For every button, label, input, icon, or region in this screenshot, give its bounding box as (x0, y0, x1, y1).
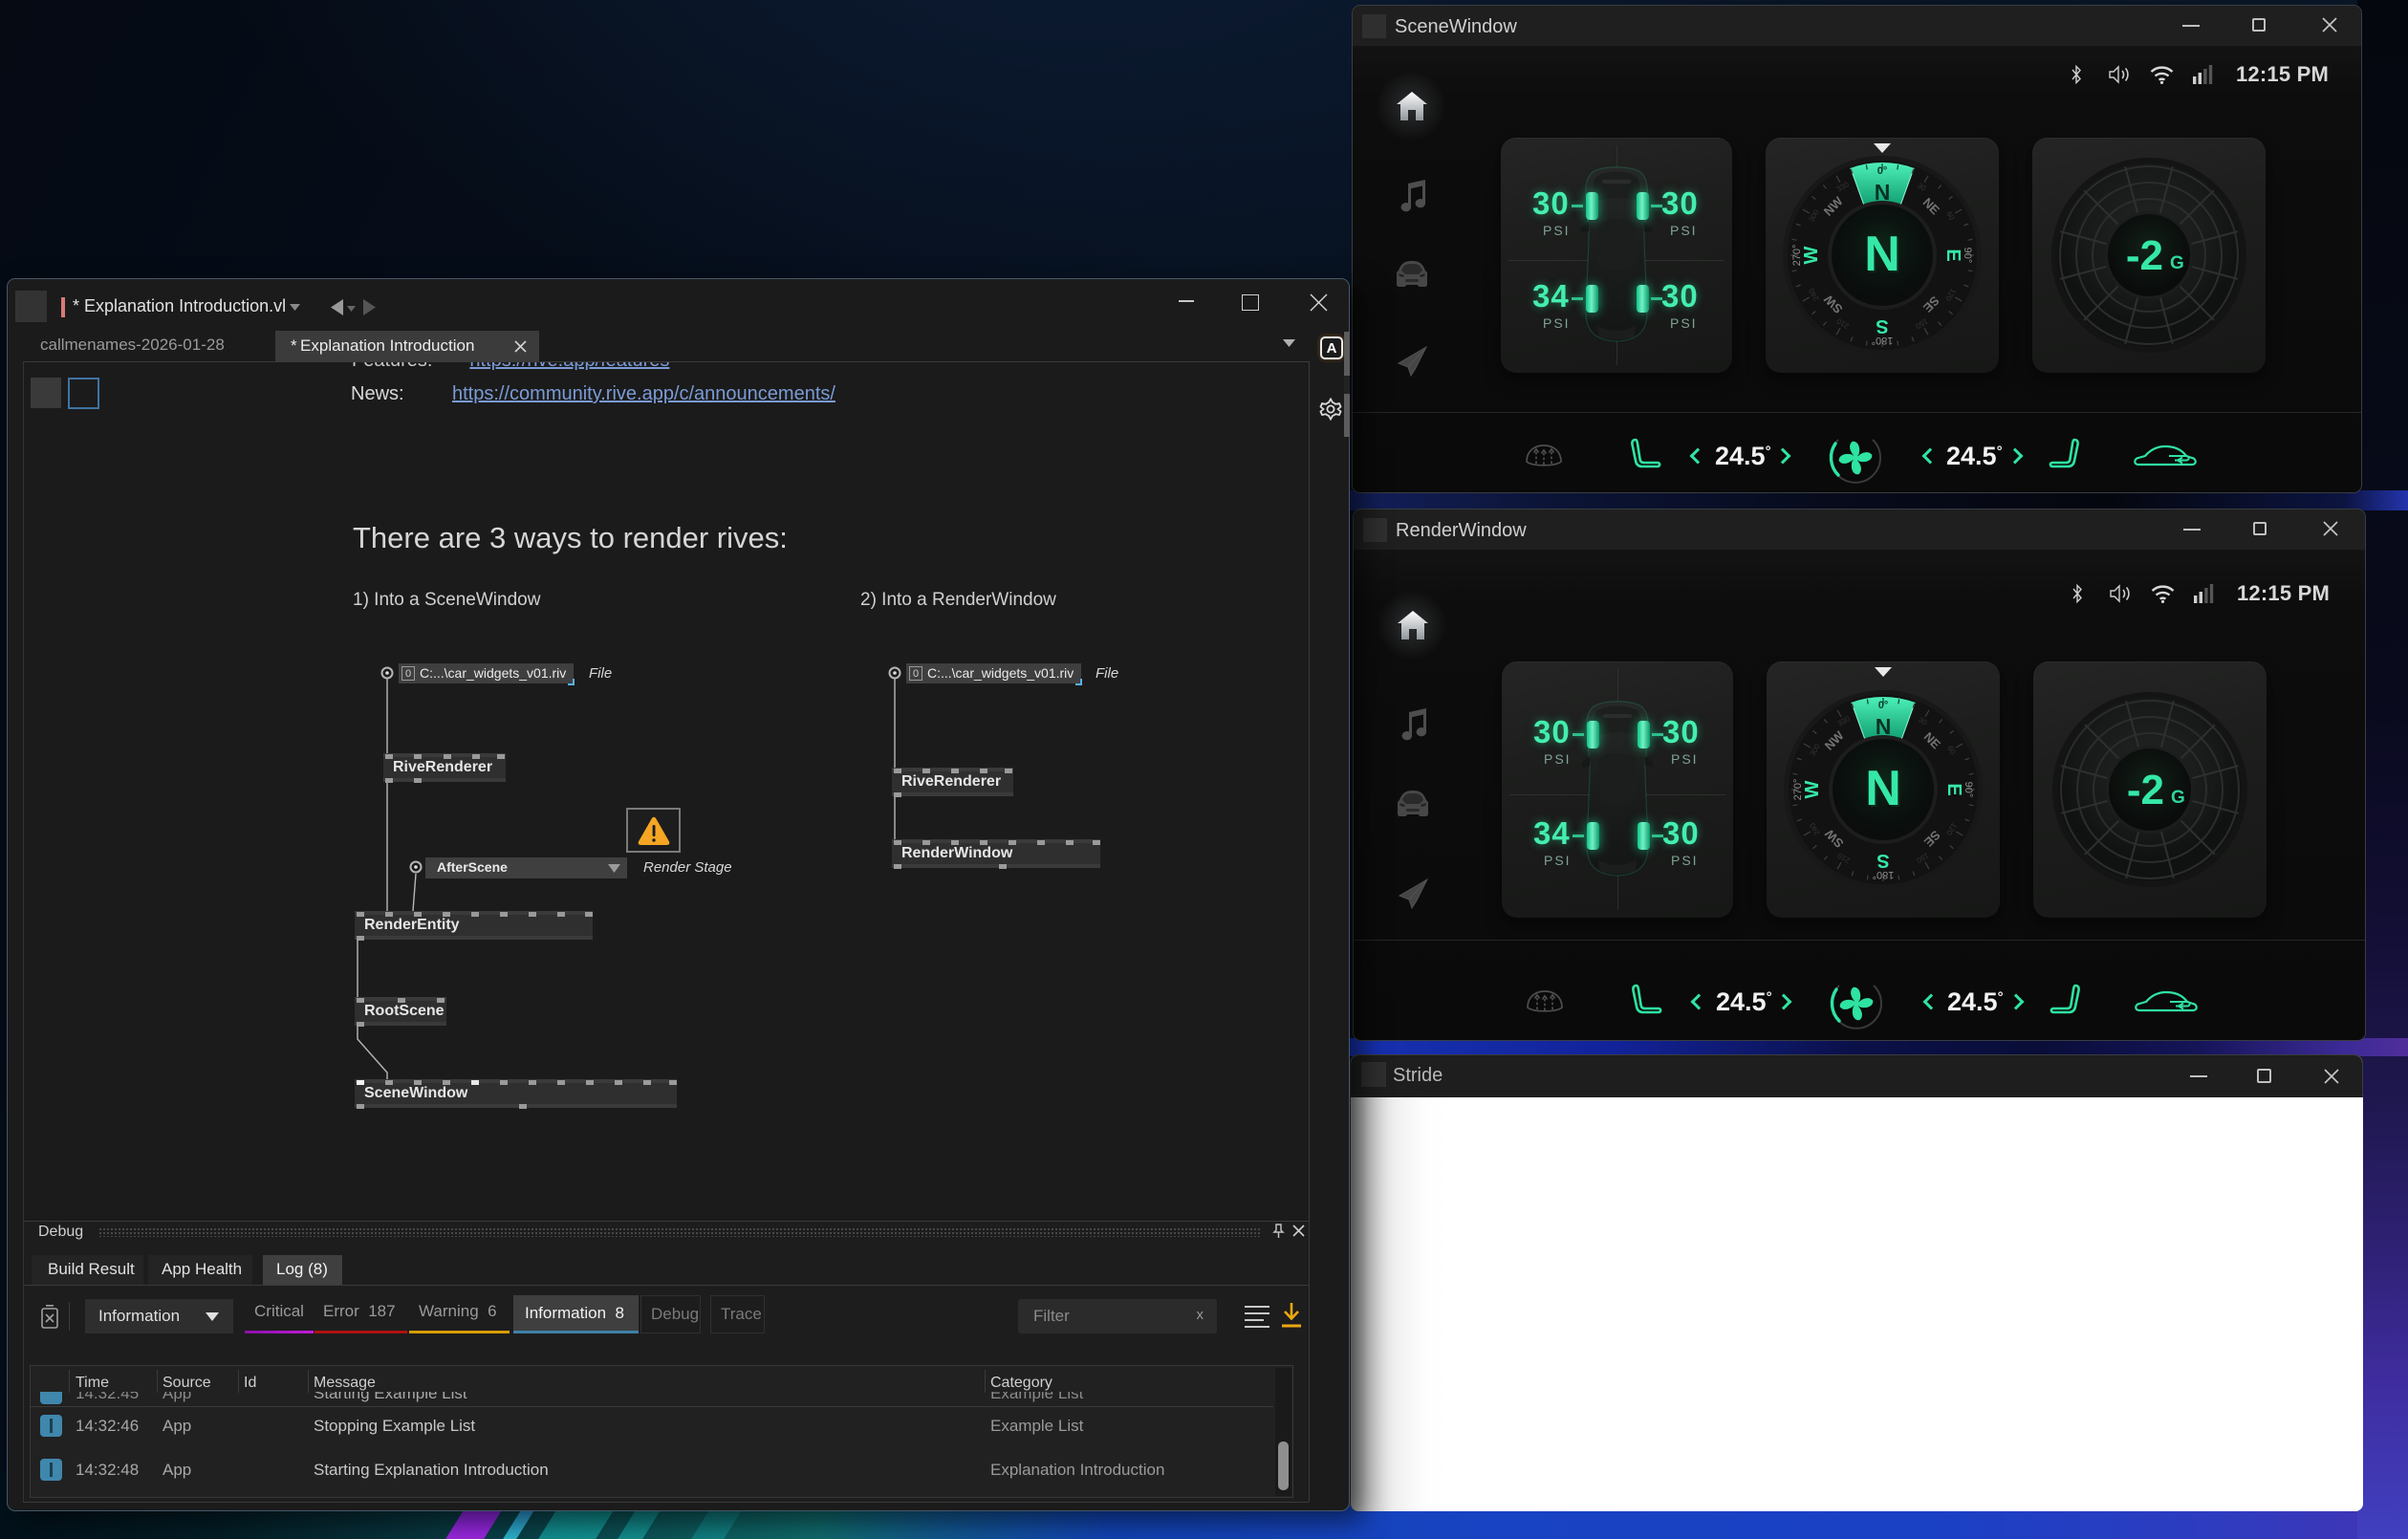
svg-text:90°: 90° (1963, 782, 1974, 798)
svg-text:270°: 270° (1792, 779, 1804, 801)
svg-text:270°: 270° (1791, 245, 1803, 267)
svg-text:N: N (1864, 227, 1900, 282)
svg-text:90°: 90° (1962, 248, 1973, 264)
svg-text:E: E (1943, 783, 1964, 795)
svg-text:180°: 180° (1873, 869, 1895, 880)
svg-text:W: W (1802, 780, 1823, 798)
svg-text:S: S (1877, 850, 1889, 871)
svg-text:E: E (1942, 249, 1963, 261)
svg-text:S: S (1876, 315, 1888, 336)
svg-text:N: N (1865, 761, 1901, 816)
svg-text:W: W (1801, 246, 1822, 264)
svg-text:0°: 0° (1878, 700, 1889, 711)
svg-text:-2: -2 (2126, 232, 2163, 279)
svg-text:-2: -2 (2127, 767, 2164, 813)
svg-text:0°: 0° (1877, 165, 1888, 177)
svg-text:G: G (2170, 253, 2184, 273)
svg-text:180°: 180° (1872, 335, 1894, 346)
svg-text:G: G (2171, 788, 2185, 808)
